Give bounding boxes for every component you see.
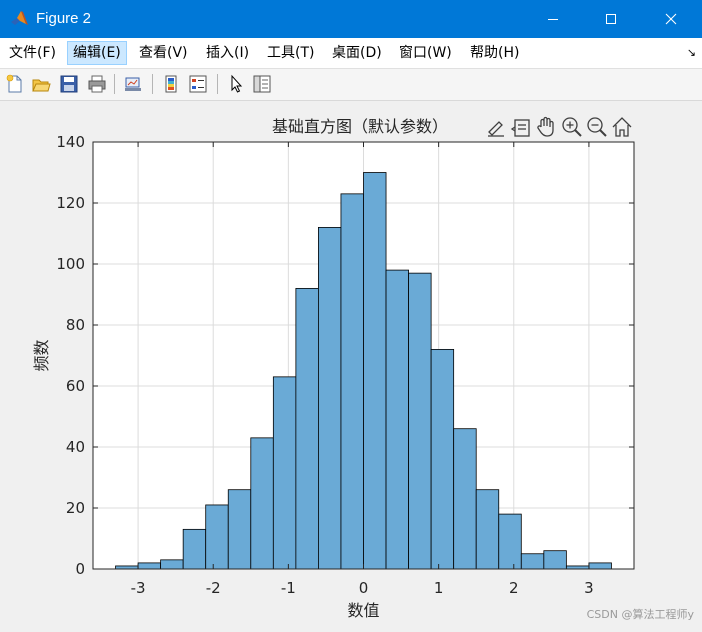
histogram-bar[interactable] — [295, 287, 319, 570]
menu-desktop[interactable]: 桌面(D) — [327, 42, 387, 64]
x-tick-label: -1 — [281, 579, 296, 597]
histogram-chart: -3 -2 -1 0 1 2 3 0 20 40 60 80 100 120 140 基础直方图（默认参数）… — [32, 116, 635, 620]
maximize-icon — [606, 14, 616, 24]
menu-help[interactable]: 帮助(H) — [465, 42, 524, 64]
y-tick-label: 80 — [66, 316, 85, 334]
pan-hand-icon[interactable] — [537, 116, 554, 137]
histogram-bar[interactable] — [250, 437, 274, 570]
maximize-button[interactable] — [588, 0, 634, 38]
y-tick-label: 0 — [75, 560, 85, 578]
histogram-bar[interactable] — [453, 428, 477, 570]
y-tick-label: 140 — [56, 133, 85, 151]
toolbar-separator — [217, 74, 218, 94]
open-file-icon[interactable] — [30, 73, 52, 95]
y-tick-label: 20 — [66, 499, 85, 517]
watermark: CSDN @算法工程师y — [586, 608, 694, 621]
menu-insert[interactable]: 插入(I) — [201, 42, 254, 64]
y-axis-label: 频数 — [32, 339, 51, 371]
x-tick-label: 0 — [359, 579, 369, 597]
menu-edit[interactable]: 编辑(E) — [67, 41, 127, 65]
data-tips-icon[interactable] — [510, 119, 530, 137]
figure-toolbar — [0, 69, 702, 101]
toolbar-separator — [152, 74, 153, 94]
histogram-bar[interactable] — [588, 562, 612, 570]
new-figure-icon[interactable] — [4, 73, 26, 95]
histogram-bar[interactable] — [340, 193, 364, 570]
close-icon — [665, 13, 677, 25]
zoom-out-icon[interactable] — [587, 117, 607, 137]
toolbar-separator — [114, 74, 115, 94]
close-button[interactable] — [648, 0, 694, 38]
x-tick-label: -3 — [131, 579, 146, 597]
histogram-bar[interactable] — [385, 269, 409, 570]
colorbar-icon[interactable] — [160, 73, 182, 95]
minimize-icon — [548, 19, 558, 20]
histogram-bar[interactable] — [363, 172, 387, 570]
menu-view[interactable]: 查看(V) — [134, 42, 193, 64]
x-tick-label: 2 — [509, 579, 519, 597]
x-tick-label: 3 — [584, 579, 594, 597]
menu-window[interactable]: 窗口(W) — [394, 42, 457, 64]
home-icon[interactable] — [612, 117, 632, 137]
zoom-in-icon[interactable] — [562, 117, 582, 137]
minimize-button[interactable] — [530, 0, 576, 38]
dock-arrow-icon[interactable]: ↘ — [687, 46, 696, 59]
histogram-bar[interactable] — [137, 562, 162, 570]
title-bar: Figure 2 — [0, 0, 702, 38]
y-tick-label: 100 — [56, 255, 85, 273]
x-tick-label: -2 — [206, 579, 221, 597]
figure-canvas: -3 -2 -1 0 1 2 3 0 20 40 60 80 100 120 140 基础直方图（默认参数）… — [0, 101, 702, 628]
y-tick-label: 120 — [56, 194, 85, 212]
menu-tools[interactable]: 工具(T) — [262, 42, 319, 64]
save-icon[interactable] — [58, 73, 80, 95]
histogram-bar[interactable] — [182, 528, 207, 570]
brush-icon[interactable] — [488, 121, 504, 137]
property-inspector-icon[interactable] — [251, 73, 273, 95]
legend-icon[interactable] — [187, 73, 209, 95]
histogram-bar[interactable] — [520, 553, 545, 570]
x-axis-label: 数值 — [347, 601, 379, 620]
axes-toolbar — [488, 116, 632, 137]
menu-bar: 文件(F) 编辑(E) 查看(V) 插入(I) 工具(T) 桌面(D) 窗口(W… — [0, 38, 702, 69]
histogram-bar[interactable] — [498, 513, 522, 570]
select-pointer-icon[interactable] — [225, 73, 247, 95]
print-icon[interactable] — [86, 73, 108, 95]
histogram-bar[interactable] — [227, 489, 252, 570]
histogram-bar[interactable] — [272, 376, 297, 570]
histogram-bar[interactable] — [430, 348, 455, 570]
histogram-bar[interactable] — [475, 489, 500, 570]
chart-title: 基础直方图（默认参数） — [272, 117, 448, 136]
y-tick-label: 60 — [66, 377, 85, 395]
histogram-bar[interactable] — [318, 227, 342, 570]
link-plot-icon[interactable] — [122, 73, 144, 95]
histogram-bar[interactable] — [408, 272, 432, 570]
y-tick-label: 40 — [66, 438, 85, 456]
window-title: Figure 2 — [36, 10, 92, 27]
histogram-bar[interactable] — [205, 504, 229, 570]
x-tick-label: 1 — [434, 579, 444, 597]
menu-file[interactable]: 文件(F) — [4, 42, 61, 64]
matlab-logo-icon — [11, 11, 28, 25]
histogram-bar[interactable] — [160, 559, 184, 570]
histogram-bar[interactable] — [543, 550, 567, 570]
